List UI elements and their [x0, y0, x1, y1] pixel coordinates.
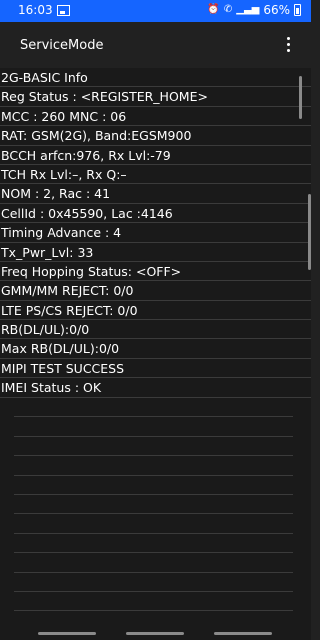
scrollbar[interactable] [299, 76, 302, 119]
info-line: MCC : 260 MNC : 06 [0, 107, 311, 127]
alarm-icon: ⏰ [207, 4, 220, 15]
empty-line [14, 592, 293, 612]
status-time: 16:03 [18, 3, 53, 17]
status-bar: 16:03 ⏰ ✆ ▁▃▅ 66% [0, 0, 311, 22]
status-icons: ⏰ ✆ ▁▃▅ 66% [207, 3, 301, 17]
app-bar: ServiceMode [0, 22, 311, 68]
info-line: Max RB(DL/UL):0/0 [0, 339, 311, 359]
info-line: BCCH arfcn:976, Rx Lvl:-79 [0, 146, 311, 165]
info-line: MIPI TEST SUCCESS [0, 359, 311, 379]
navigation-bar [0, 628, 311, 640]
empty-line [14, 456, 293, 476]
nav-back-button[interactable] [214, 632, 272, 635]
info-line: Freq Hopping Status: <OFF> [0, 262, 311, 282]
info-line: GMM/MM REJECT: 0/0 [0, 281, 311, 301]
empty-line [14, 553, 293, 573]
info-line: RAT: GSM(2G), Band:EGSM900 [0, 126, 311, 146]
info-line: IMEI Status : OK [0, 378, 311, 398]
info-line: CellId : 0x45590, Lac :4146 [0, 204, 311, 224]
nav-recents-button[interactable] [38, 632, 96, 635]
info-list: 2G-BASIC Info Reg Status : <REGISTER_HOME… [0, 68, 311, 398]
info-line: Reg Status : <REGISTER_HOME> [0, 87, 311, 107]
page-title: ServiceMode [20, 38, 104, 53]
empty-line [14, 398, 293, 418]
empty-line [14, 417, 293, 437]
info-line: RB(DL/UL):0/0 [0, 320, 311, 340]
info-line: LTE PS/CS REJECT: 0/0 [0, 301, 311, 321]
image-notification-icon [57, 5, 70, 16]
empty-line [14, 573, 293, 592]
info-line: Tx_Pwr_Lvl: 33 [0, 243, 311, 262]
info-line: NOM : 2, Rac : 41 [0, 184, 311, 204]
battery-icon [294, 4, 301, 16]
empty-line [14, 514, 293, 534]
edge-panel-handle[interactable] [308, 194, 311, 270]
empty-line [14, 476, 293, 495]
more-options-icon[interactable] [283, 37, 293, 53]
battery-percent: 66% [263, 3, 290, 17]
nav-home-button[interactable] [126, 632, 184, 635]
wifi-calling-icon: ✆ [223, 4, 233, 15]
signal-icon: ▁▃▅ [236, 4, 260, 15]
empty-line [14, 534, 293, 554]
info-line: TCH Rx Lvl:–, Rx Q:– [0, 165, 311, 185]
empty-lines [14, 398, 293, 612]
empty-line [14, 495, 293, 515]
info-line: Timing Advance : 4 [0, 223, 311, 243]
info-line: 2G-BASIC Info [0, 68, 311, 88]
empty-line [14, 437, 293, 457]
service-info-panel[interactable]: 2G-BASIC Info Reg Status : <REGISTER_HOME… [0, 68, 311, 628]
